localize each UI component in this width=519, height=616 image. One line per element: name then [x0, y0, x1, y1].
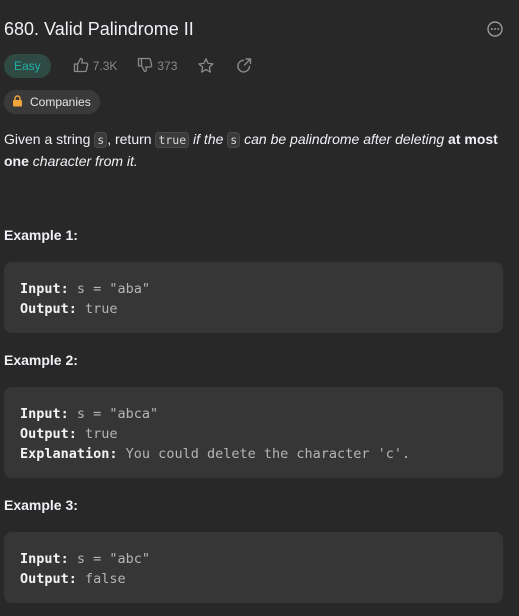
problem-description: Given a string s, return true if the s c… — [4, 129, 509, 172]
thumbs-down-icon — [137, 57, 157, 76]
output-key: Output: — [20, 301, 77, 317]
input-key: Input: — [20, 281, 69, 297]
output-value: true — [76, 426, 118, 442]
desc-italic: if the — [189, 131, 228, 147]
desc-text: Given a string — [4, 131, 95, 147]
title-row: 680. Valid Palindrome II — [4, 17, 504, 41]
input-value: s = "abca" — [68, 406, 159, 422]
desc-italic: can be palindrome after deleting — [240, 131, 449, 147]
like-button[interactable]: 7.3K — [73, 57, 118, 76]
output-key: Output: — [20, 426, 77, 442]
meta-row: Easy 7.3K 373 — [4, 54, 253, 78]
input-key: Input: — [20, 406, 69, 422]
likes-count: 7.3K — [92, 59, 118, 73]
difficulty-badge: Easy — [4, 54, 51, 78]
share-icon[interactable] — [235, 57, 253, 75]
output-key: Output: — [20, 571, 77, 587]
output-value: true — [76, 301, 118, 317]
inline-code-true: true — [155, 132, 190, 148]
thumbs-up-icon — [73, 57, 93, 76]
explanation-value: You could delete the character 'c'. — [117, 446, 411, 462]
explanation-key: Explanation: — [20, 446, 118, 462]
example-2-label: Example 2: — [4, 352, 78, 368]
input-value: s = "aba" — [68, 281, 151, 297]
desc-italic: character from it. — [28, 153, 138, 169]
output-value: false — [76, 571, 126, 587]
star-icon[interactable] — [197, 57, 215, 75]
inline-code-s: s — [227, 132, 241, 148]
input-value: s = "abc" — [68, 551, 151, 567]
problem-title: 680. Valid Palindrome II — [4, 19, 194, 39]
input-key: Input: — [20, 551, 69, 567]
example-1-box: Input: s = "aba" Output: true — [4, 262, 503, 333]
example-2-box: Input: s = "abca" Output: true Explanati… — [4, 387, 503, 478]
dislike-button[interactable]: 373 — [137, 57, 177, 76]
companies-tag[interactable]: Companies — [4, 90, 100, 114]
more-options-icon[interactable] — [486, 20, 504, 38]
companies-label: Companies — [30, 95, 91, 109]
desc-text: , return — [107, 131, 156, 147]
example-3-box: Input: s = "abc" Output: false — [4, 532, 503, 603]
example-1-label: Example 1: — [4, 227, 78, 243]
lock-icon — [12, 94, 30, 110]
inline-code-s: s — [94, 132, 108, 148]
example-3-label: Example 3: — [4, 497, 78, 513]
dislikes-count: 373 — [157, 59, 178, 73]
